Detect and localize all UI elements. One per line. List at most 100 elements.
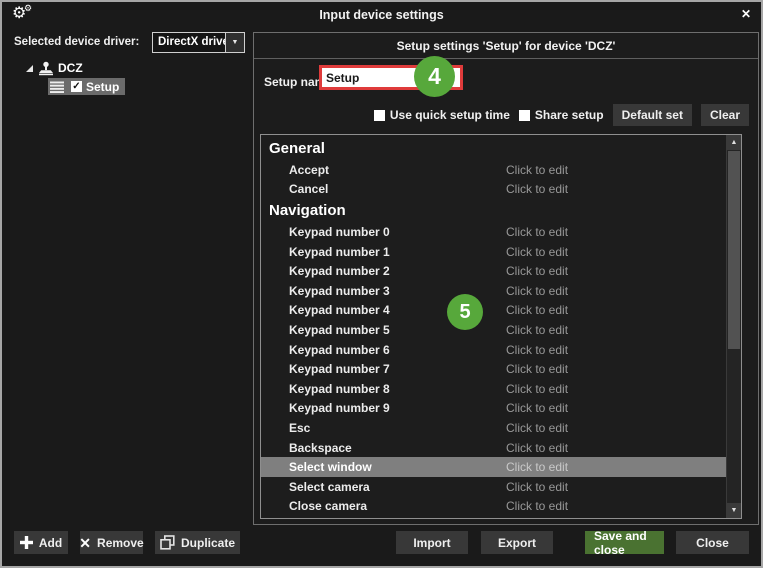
chevron-down-icon: ▼	[232, 39, 239, 46]
setup-settings-panel: Setup settings 'Setup' for device 'DCZ' …	[253, 32, 759, 525]
device-driver-label: Selected device driver:	[14, 36, 139, 48]
item-label: Backspace	[261, 441, 506, 455]
duplicate-button[interactable]: Duplicate	[155, 531, 240, 554]
scroll-up-button[interactable]: ▲	[727, 135, 741, 150]
tree-node-setup[interactable]: ✓ Setup	[48, 78, 125, 95]
list-section-header: Navigation	[261, 199, 726, 222]
options-row: Use quick setup time Share setup Default…	[374, 104, 749, 126]
item-edit-hint[interactable]: Click to edit	[506, 245, 568, 259]
scrollbar[interactable]: ▲ ▼	[726, 135, 741, 518]
list-item[interactable]: Keypad number 2Click to edit	[261, 261, 726, 281]
setup-checkbox[interactable]: ✓	[71, 81, 82, 92]
copy-icon	[160, 535, 175, 550]
dropdown-arrow-button[interactable]: ▼	[225, 33, 244, 52]
item-label: Accept	[261, 163, 506, 177]
default-set-button[interactable]: Default set	[613, 104, 692, 126]
duplicate-button-label: Duplicate	[181, 536, 235, 550]
save-and-close-button[interactable]: Save and close	[585, 531, 664, 554]
export-button[interactable]: Export	[481, 531, 553, 554]
scrollbar-thumb[interactable]	[728, 151, 740, 349]
settings-list: GeneralAcceptClick to editCancelClick to…	[261, 137, 726, 518]
item-label: Cancel	[261, 182, 506, 196]
tree-expander-icon[interactable]	[26, 65, 33, 72]
share-setup-checkbox[interactable]	[519, 110, 530, 121]
scroll-down-icon: ▼	[731, 507, 738, 514]
callout-badge-4: 4	[414, 56, 455, 97]
share-setup-option[interactable]: Share setup	[519, 108, 604, 122]
item-edit-hint[interactable]: Click to edit	[506, 460, 568, 474]
list-item[interactable]: Keypad number 0Click to edit	[261, 222, 726, 242]
close-icon[interactable]: ✕	[741, 7, 751, 21]
item-edit-hint[interactable]: Click to edit	[506, 382, 568, 396]
list-item[interactable]: AcceptClick to edit	[261, 160, 726, 180]
item-edit-hint[interactable]: Click to edit	[506, 182, 568, 196]
scroll-up-icon: ▲	[731, 139, 738, 146]
plus-icon	[20, 536, 33, 549]
item-edit-hint[interactable]: Click to edit	[506, 362, 568, 376]
add-button[interactable]: Add	[14, 531, 68, 554]
list-item[interactable]: Select windowClick to edit	[261, 457, 726, 477]
item-label: Esc	[261, 421, 506, 435]
item-label: Select camera	[261, 480, 506, 494]
list-item[interactable]: Keypad number 4Click to edit	[261, 301, 726, 321]
x-icon: ✕	[79, 536, 91, 550]
quick-setup-checkbox[interactable]	[374, 110, 385, 121]
list-item[interactable]: Keypad number 9Click to edit	[261, 399, 726, 419]
item-edit-hint[interactable]: Click to edit	[506, 264, 568, 278]
tree-node-label: Setup	[86, 80, 119, 94]
list-item[interactable]: Close cameraClick to edit	[261, 497, 726, 517]
remove-button-label: Remove	[97, 536, 144, 550]
list-item[interactable]: CancelClick to edit	[261, 180, 726, 200]
joystick-icon	[38, 61, 54, 76]
share-setup-label: Share setup	[535, 108, 604, 122]
quick-setup-option[interactable]: Use quick setup time	[374, 108, 510, 122]
clear-button[interactable]: Clear	[701, 104, 749, 126]
item-label: Keypad number 8	[261, 382, 506, 396]
title-bar: ⚙ ⚙ Input device settings ✕	[2, 2, 761, 28]
item-edit-hint[interactable]: Click to edit	[506, 323, 568, 337]
device-driver-dropdown[interactable]: DirectX driver ▼	[152, 32, 245, 53]
item-label: Keypad number 1	[261, 245, 506, 259]
item-edit-hint[interactable]: Click to edit	[506, 421, 568, 435]
item-label: Close camera	[261, 499, 506, 513]
list-item[interactable]: Keypad number 3Click to edit	[261, 281, 726, 301]
scroll-down-button[interactable]: ▼	[727, 503, 741, 518]
callout-badge-5: 5	[447, 294, 483, 330]
list-item[interactable]: Keypad number 8Click to edit	[261, 379, 726, 399]
list-item[interactable]: Select cameraClick to edit	[261, 477, 726, 497]
list-item[interactable]: BackspaceClick to edit	[261, 438, 726, 458]
tree-node-dcz[interactable]: DCZ	[26, 59, 125, 77]
item-edit-hint[interactable]: Click to edit	[506, 343, 568, 357]
window-title: Input device settings	[2, 2, 761, 28]
import-button[interactable]: Import	[396, 531, 468, 554]
item-label: Keypad number 6	[261, 343, 506, 357]
item-label: Keypad number 2	[261, 264, 506, 278]
item-edit-hint[interactable]: Click to edit	[506, 163, 568, 177]
item-edit-hint[interactable]: Click to edit	[506, 480, 568, 494]
item-edit-hint[interactable]: Click to edit	[506, 401, 568, 415]
add-button-label: Add	[39, 536, 62, 550]
list-item[interactable]: Keypad number 5Click to edit	[261, 320, 726, 340]
setup-list-icon	[50, 81, 64, 93]
list-item[interactable]: Keypad number 6Click to edit	[261, 340, 726, 360]
remove-button[interactable]: ✕ Remove	[80, 531, 143, 554]
quick-setup-label: Use quick setup time	[390, 108, 510, 122]
item-edit-hint[interactable]: Click to edit	[506, 441, 568, 455]
list-item[interactable]: EscClick to edit	[261, 418, 726, 438]
item-edit-hint[interactable]: Click to edit	[506, 303, 568, 317]
tree-node-label: DCZ	[58, 61, 83, 75]
close-button[interactable]: Close	[676, 531, 749, 554]
item-edit-hint[interactable]: Click to edit	[506, 499, 568, 513]
item-edit-hint[interactable]: Click to edit	[506, 225, 568, 239]
list-item[interactable]: Keypad number 7Click to edit	[261, 359, 726, 379]
item-label: Keypad number 9	[261, 401, 506, 415]
item-edit-hint[interactable]: Click to edit	[506, 284, 568, 298]
actions-list-box: GeneralAcceptClick to editCancelClick to…	[260, 134, 742, 519]
list-section-header: General	[261, 137, 726, 160]
panel-header: Setup settings 'Setup' for device 'DCZ'	[254, 33, 758, 59]
item-label: Keypad number 0	[261, 225, 506, 239]
item-label: Keypad number 7	[261, 362, 506, 376]
device-driver-value: DirectX driver	[153, 33, 225, 52]
input-device-settings-dialog: ⚙ ⚙ Input device settings ✕ Selected dev…	[0, 0, 763, 568]
list-item[interactable]: Keypad number 1Click to edit	[261, 242, 726, 262]
